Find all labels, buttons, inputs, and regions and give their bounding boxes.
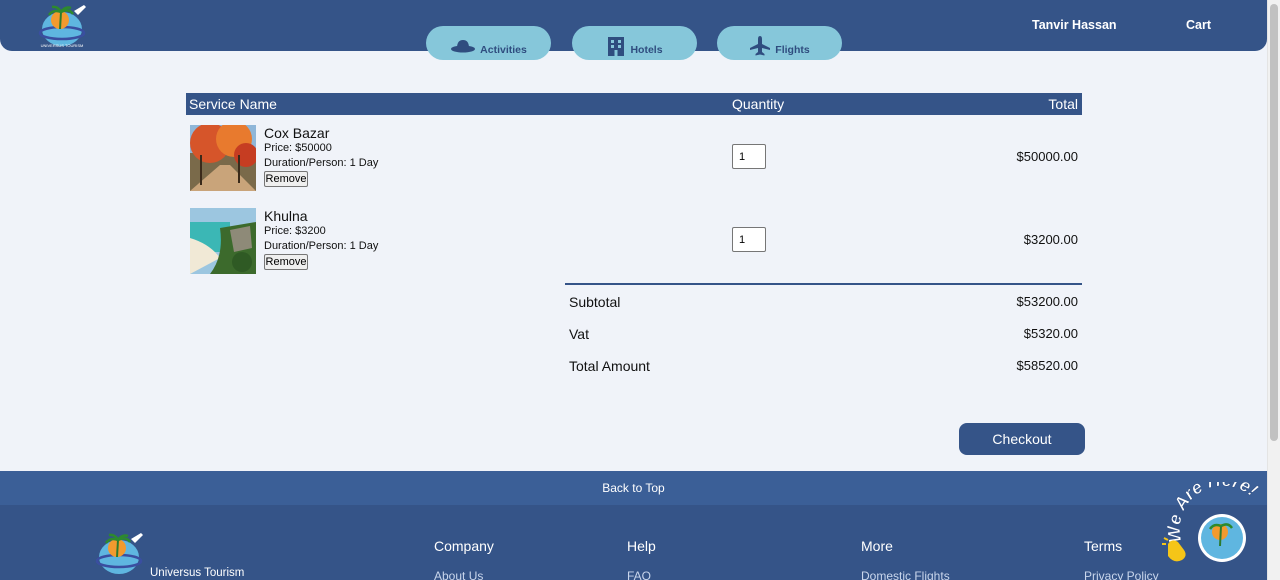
total-amount-value: $58520.00 <box>1016 358 1078 373</box>
vat-value: $5320.00 <box>1023 326 1078 341</box>
checkout-button[interactable]: Checkout <box>959 423 1085 455</box>
page-scrollbar[interactable] <box>1267 0 1280 580</box>
svg-text:UNIVERSUS TOURISM: UNIVERSUS TOURISM <box>41 43 84 48</box>
quantity-input[interactable] <box>732 227 766 252</box>
cart-table-header: Service Name Quantity Total <box>186 93 1082 115</box>
footer-faq-link[interactable]: FAQ <box>627 569 651 580</box>
nav-hotels-tab[interactable]: Hotels <box>572 26 697 60</box>
item-price: Price: $3200 <box>264 225 326 237</box>
hat-icon <box>451 40 476 53</box>
cart-item-row: Cox Bazar Price: $50000 Duration/Person:… <box>186 116 1082 192</box>
back-to-top-link[interactable]: Back to Top <box>0 471 1267 505</box>
item-duration: Duration/Person: 1 Day <box>264 240 379 252</box>
remove-button[interactable]: Remove <box>264 171 308 187</box>
remove-button[interactable]: Remove <box>264 254 308 270</box>
cart-item-row: Khulna Price: $3200 Duration/Person: 1 D… <box>186 199 1082 275</box>
nav-activities-label: Activities <box>480 44 527 56</box>
footer-privacy-policy-link[interactable]: Privacy Policy <box>1084 569 1159 580</box>
nav-activities-tab[interactable]: Activities <box>426 26 551 60</box>
footer-about-us-link[interactable]: About Us <box>434 569 483 580</box>
order-summary: Subtotal $53200.00 Vat $5320.00 Total Am… <box>565 283 1082 374</box>
footer-more-heading: More <box>861 538 893 554</box>
footer-help-heading: Help <box>627 538 656 554</box>
nav-flights-label: Flights <box>775 44 810 56</box>
footer-company-heading: Company <box>434 538 494 554</box>
user-name-link[interactable]: Tanvir Hassan <box>1032 18 1117 32</box>
footer-domestic-flights-link[interactable]: Domestic Flights <box>861 569 950 580</box>
nav-hotels-label: Hotels <box>630 44 663 56</box>
item-price: Price: $50000 <box>264 142 332 154</box>
cart-link[interactable]: Cart <box>1186 18 1211 32</box>
col-total: Total <box>1048 96 1078 112</box>
khulna-thumbnail <box>190 208 256 274</box>
site-footer: Universus Tourism Company About Us Help … <box>0 505 1267 580</box>
total-amount-label: Total Amount <box>569 358 650 374</box>
item-total: $3200.00 <box>1023 232 1078 247</box>
item-name: Khulna <box>264 208 308 224</box>
item-duration: Duration/Person: 1 Day <box>264 157 379 169</box>
cox-bazar-thumbnail <box>190 125 256 191</box>
airplane-icon <box>750 36 771 56</box>
item-total: $50000.00 <box>1016 149 1078 164</box>
vat-label: Vat <box>569 326 589 342</box>
col-quantity: Quantity <box>732 96 785 112</box>
col-service-name: Service Name <box>189 96 277 112</box>
chat-widget-badge[interactable]: We Are Here! <box>1160 482 1270 580</box>
universus-logo[interactable]: UNIVERSUS TOURISM <box>38 3 90 49</box>
footer-logo <box>95 533 143 574</box>
item-name: Cox Bazar <box>264 125 330 141</box>
subtotal-label: Subtotal <box>569 294 621 310</box>
footer-terms-heading: Terms <box>1084 538 1123 554</box>
building-icon <box>608 37 625 56</box>
nav-flights-tab[interactable]: Flights <box>717 26 842 60</box>
subtotal-value: $53200.00 <box>1016 294 1078 309</box>
quantity-input[interactable] <box>732 144 766 169</box>
scrollbar-thumb[interactable] <box>1270 4 1278 441</box>
footer-brand-name: Universus Tourism <box>150 567 245 579</box>
